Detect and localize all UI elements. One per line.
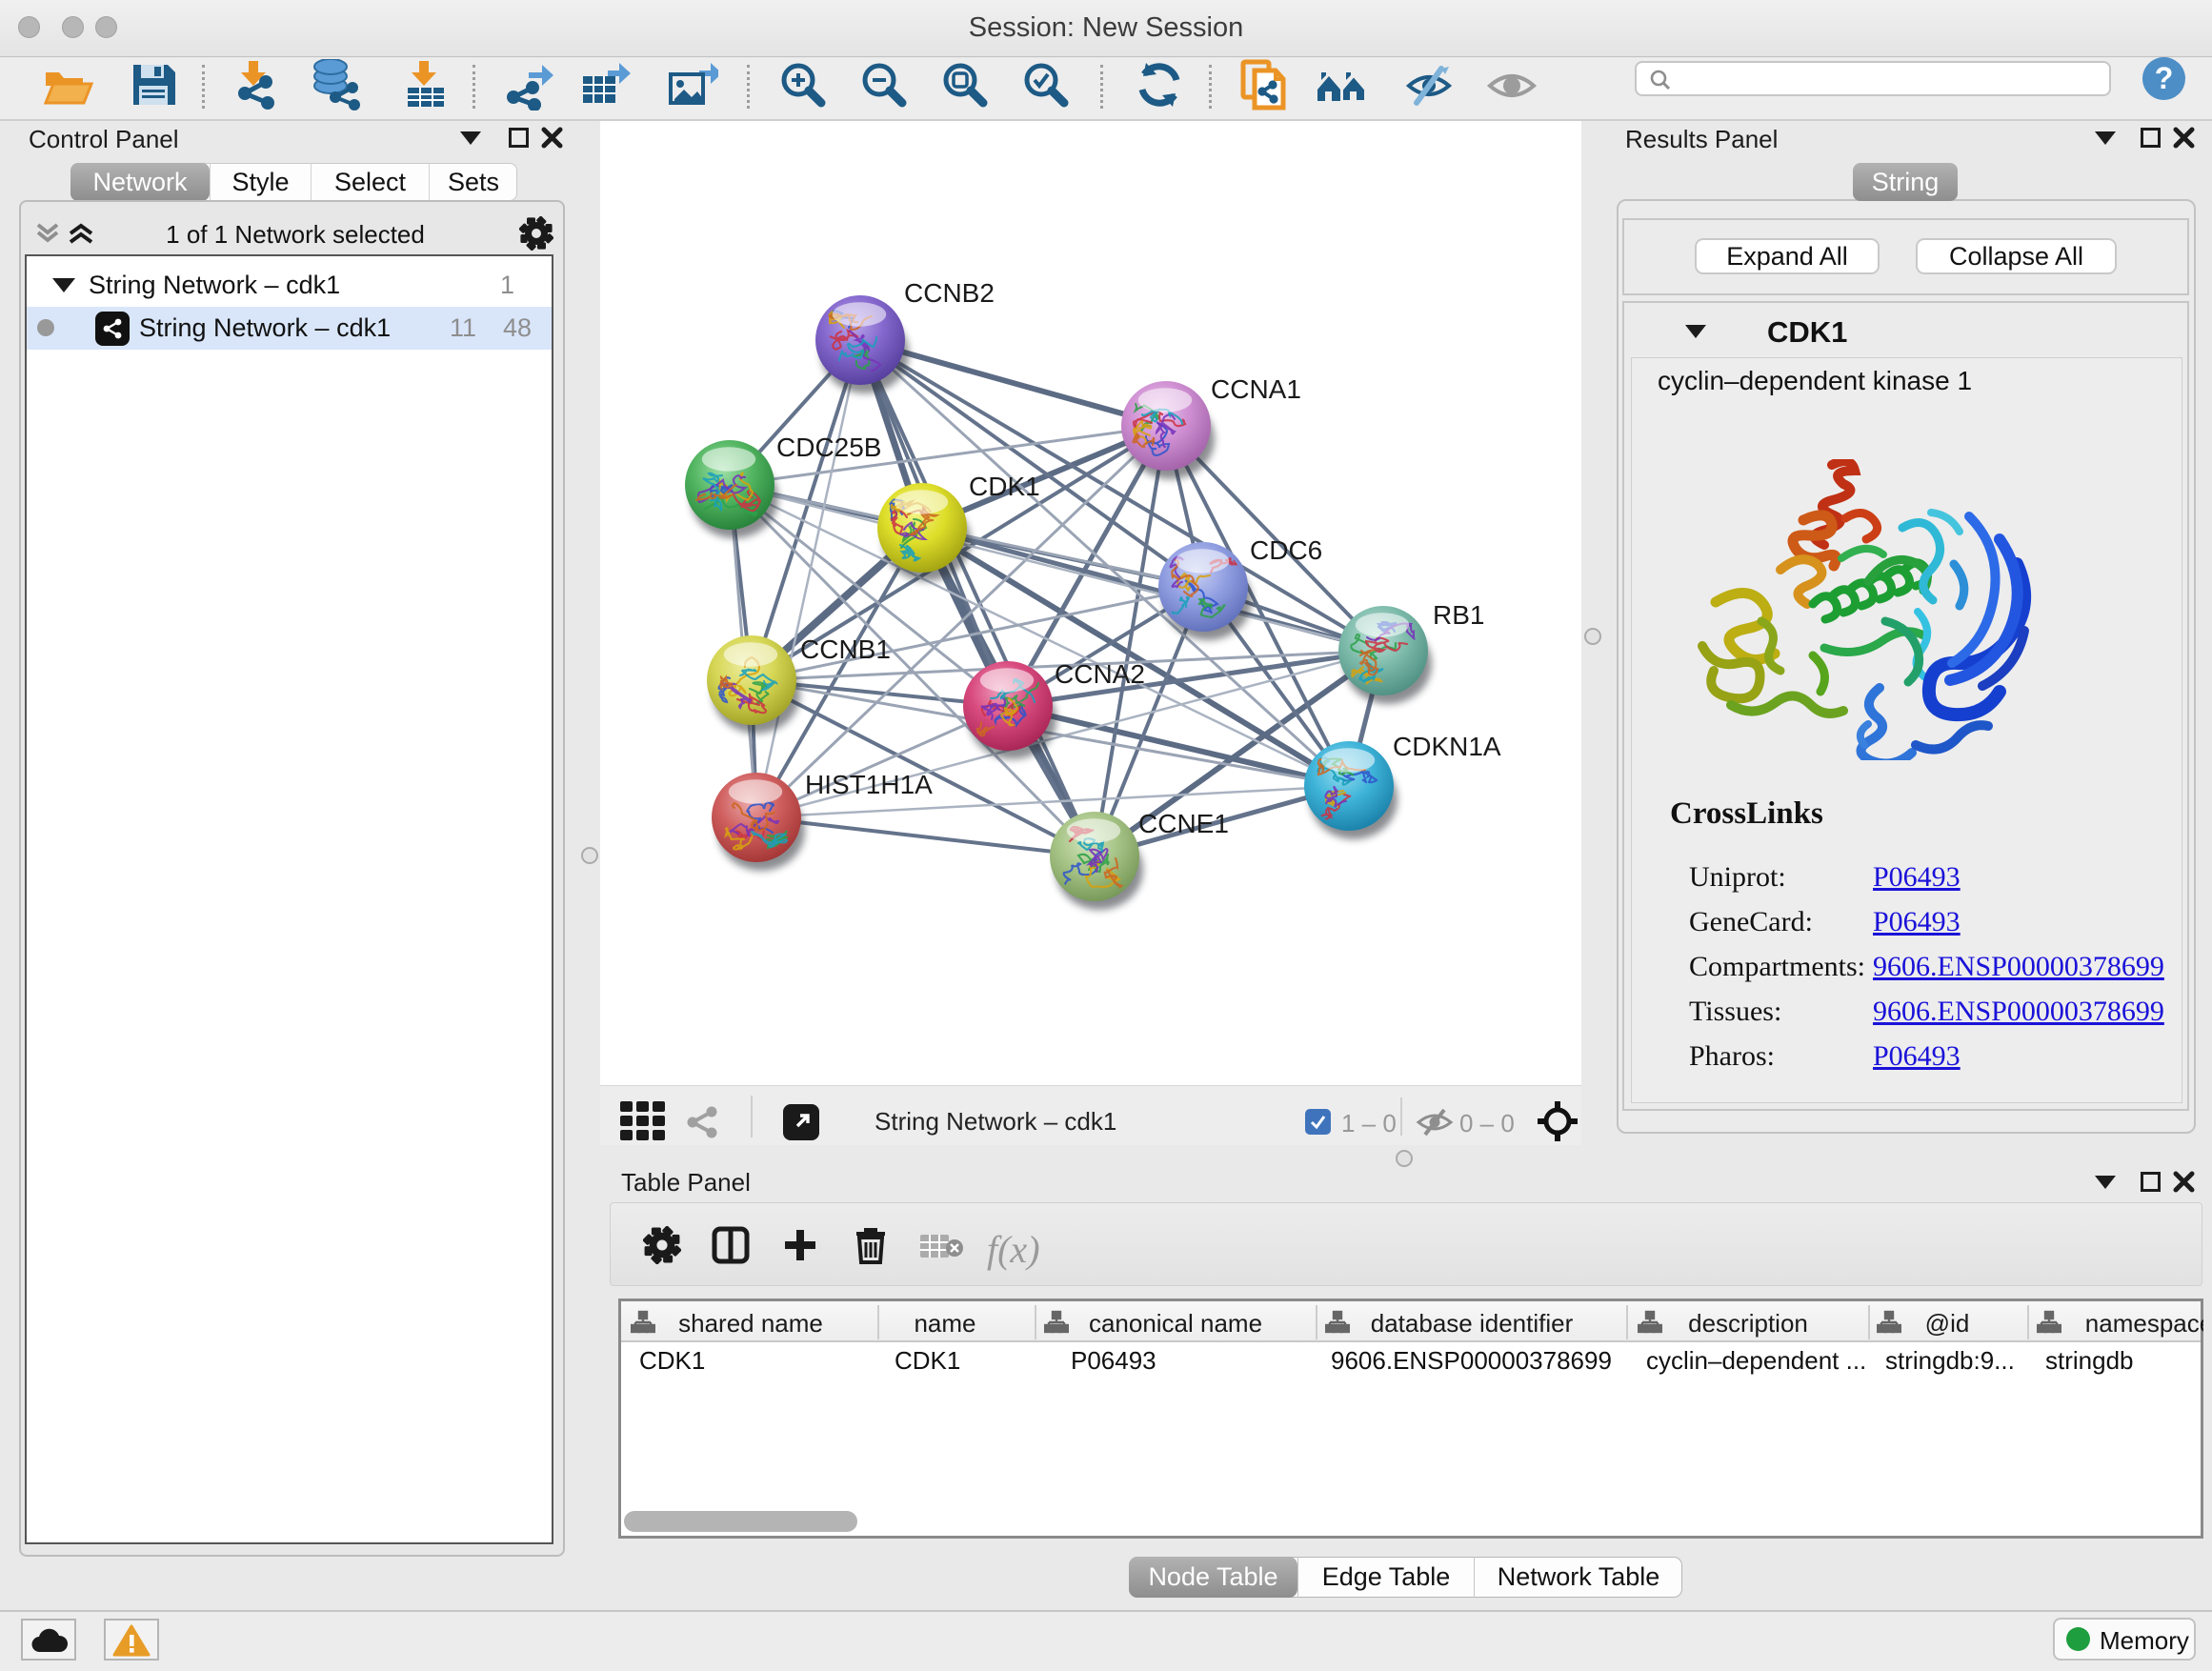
svg-text:CDC25B: CDC25B xyxy=(776,433,881,462)
svg-text:CCNB1: CCNB1 xyxy=(800,634,891,664)
svg-text:CDKN1A: CDKN1A xyxy=(1393,732,1501,761)
svg-text:CCNB2: CCNB2 xyxy=(904,278,995,308)
svg-text:CCNE1: CCNE1 xyxy=(1138,809,1229,838)
svg-text:RB1: RB1 xyxy=(1433,600,1484,630)
svg-text:CCNA2: CCNA2 xyxy=(1055,659,1145,689)
svg-text:CCNA1: CCNA1 xyxy=(1211,374,1301,404)
svg-text:CDC6: CDC6 xyxy=(1250,535,1322,565)
svg-text:HIST1H1A: HIST1H1A xyxy=(805,770,933,799)
svg-text:CDK1: CDK1 xyxy=(969,472,1040,501)
